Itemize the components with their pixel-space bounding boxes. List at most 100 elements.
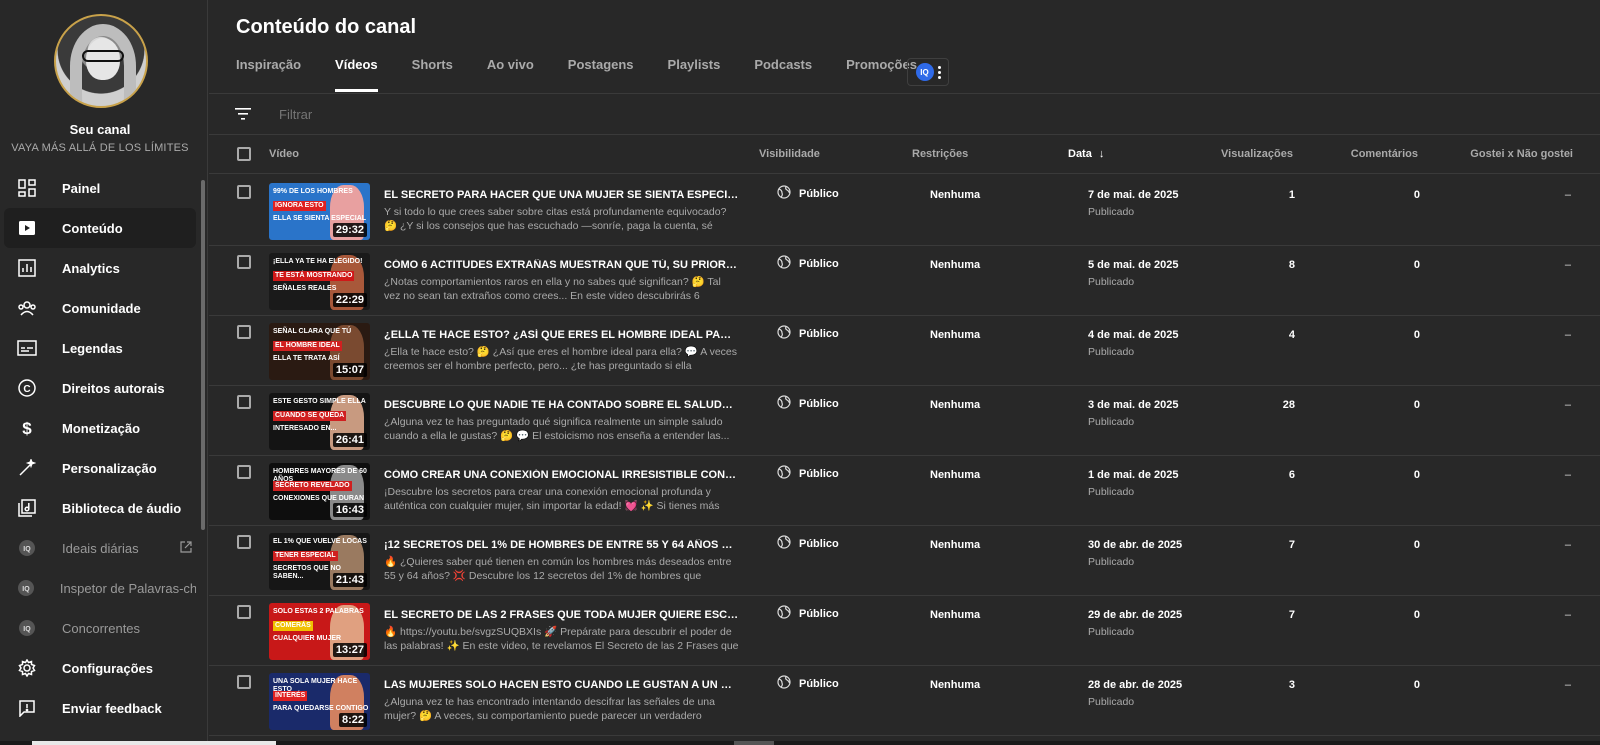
video-thumbnail[interactable]: HOMBRES MAYORES DE 60 AÑOS SECRETO REVELA… <box>269 463 370 520</box>
tab-ao-vivo[interactable]: Ao vivo <box>487 56 534 92</box>
likes-cell: – <box>1564 259 1571 271</box>
filter-icon[interactable] <box>235 107 251 126</box>
thumbnail-text: SEÑAL CLARA QUE TÚ <box>273 328 352 335</box>
publish-status: Publicado <box>1088 206 1135 218</box>
comments-cell: 0 <box>1413 329 1420 341</box>
video-thumbnail[interactable]: UNA SOLA MUJER HACE ESTO INTERÉS PARA QUED… <box>269 673 370 730</box>
tab-podcasts[interactable]: Podcasts <box>754 56 812 92</box>
table-row[interactable]: SOLO ESTAS 2 PALABRAS COMERÁS CUALQUIER MU… <box>209 595 1600 666</box>
feedback-icon <box>16 697 38 719</box>
sidebar-item-biblioteca-de-áudio[interactable]: Biblioteca de áudio <box>4 488 196 528</box>
sidebar-item-concorrentes[interactable]: IQ Concorrentes <box>4 608 196 648</box>
sidebar-item-inspetor-de-palavras-chav[interactable]: IQ Inspetor de Palavras-chav <box>4 568 196 608</box>
table-row[interactable]: ¡ELLA YA TE HA ELEGIDO! TE ESTÁ MOSTRANDO… <box>209 245 1600 316</box>
visibility-cell[interactable]: Público <box>777 535 839 552</box>
video-thumbnail[interactable]: EL 1% QUE VUELVE LOCAS TENER ESPECIAL SECR… <box>269 533 370 590</box>
sidebar-item-legendas[interactable]: Legendas <box>4 328 196 368</box>
column-restrictions: Restrições <box>912 148 969 160</box>
likes-cell: – <box>1564 189 1571 201</box>
sidebar-item-comunidade[interactable]: Comunidade <box>4 288 196 328</box>
sidebar-item-enviar-feedback[interactable]: Enviar feedback <box>4 688 196 728</box>
sidebar-item-ideais-diárias[interactable]: IQ Ideais diárias <box>4 528 196 568</box>
video-title[interactable]: CÓMO 6 ACTITUDES EXTRAÑAS MUESTRAN QUE T… <box>384 259 739 271</box>
row-checkbox[interactable] <box>237 535 251 549</box>
video-title[interactable]: DESCUBRE LO QUE NADIE TE HA CONTADO SOBR… <box>384 399 739 411</box>
tab-playlists[interactable]: Playlists <box>668 56 721 92</box>
column-views[interactable]: Visualizações <box>1221 148 1293 160</box>
sidebar-item-analytics[interactable]: Analytics <box>4 248 196 288</box>
tab-vídeos[interactable]: Vídeos <box>335 56 378 92</box>
sidebar-item-painel[interactable]: Painel <box>4 168 196 208</box>
video-duration: 8:22 <box>338 713 367 727</box>
table-row[interactable]: UNA SOLA MUJER HACE ESTO INTERÉS PARA QUED… <box>209 665 1600 736</box>
row-checkbox[interactable] <box>237 675 251 689</box>
visibility-cell[interactable]: Público <box>777 325 839 342</box>
sidebar-item-label: Legendas <box>62 340 123 356</box>
sidebar-item-label: Inspetor de Palavras-chav <box>59 580 196 596</box>
video-thumbnail[interactable]: ESTE GESTO SIMPLE ELLA CUANDO SE QUEDA INT… <box>269 393 370 450</box>
visibility-cell[interactable]: Público <box>777 255 839 272</box>
video-thumbnail[interactable]: SOLO ESTAS 2 PALABRAS COMERÁS CUALQUIER MU… <box>269 603 370 660</box>
visibility-cell[interactable]: Público <box>777 185 839 202</box>
globe-icon <box>777 605 799 622</box>
video-thumbnail[interactable]: 99% DE LOS HOMBRES IGNORA ESTO ELLA SE SIE… <box>269 183 370 240</box>
video-thumbnail[interactable]: SEÑAL CLARA QUE TÚ EL HOMBRE IDEAL ELLA TE… <box>269 323 370 380</box>
horizontal-scrollbar[interactable] <box>0 741 1600 745</box>
sort-arrow-icon: ↓ <box>1098 148 1105 160</box>
table-row[interactable]: EL 1% QUE VUELVE LOCAS TENER ESPECIAL SECR… <box>209 525 1600 596</box>
video-title[interactable]: ¿ELLA TE HACE ESTO? ¿ASÍ QUE ERES EL HOM… <box>384 329 739 341</box>
column-comments[interactable]: Comentários <box>1351 148 1418 160</box>
open-in-new-icon <box>180 541 192 556</box>
filter-input[interactable] <box>279 107 679 122</box>
sidebar-item-label: Analytics <box>62 260 120 276</box>
sidebar-item-conteúdo[interactable]: Conteúdo <box>4 208 196 248</box>
video-title[interactable]: EL SECRETO PARA HACER QUE UNA MUJER SE S… <box>384 189 739 201</box>
video-description: 🔥 ¿Quieres saber qué tienen en común los… <box>384 556 732 582</box>
sidebar-item-label: Enviar feedback <box>62 700 162 716</box>
video-title[interactable]: LAS MUJERES SOLO HACEN ESTO CUANDO LE GU… <box>384 679 739 691</box>
row-checkbox[interactable] <box>237 325 251 339</box>
thumbnail-text: CUANDO SE QUEDA <box>273 411 347 421</box>
svg-text:IQ: IQ <box>23 546 31 553</box>
row-checkbox[interactable] <box>237 605 251 619</box>
tab-shorts[interactable]: Shorts <box>412 56 453 92</box>
column-likes[interactable]: Gostei x Não gostei <box>1470 148 1573 160</box>
sidebar-item-direitos-autorais[interactable]: C Direitos autorais <box>4 368 196 408</box>
row-checkbox[interactable] <box>237 465 251 479</box>
globe-icon <box>777 395 799 412</box>
date-cell: 5 de mai. de 2025 <box>1088 259 1179 271</box>
select-all-checkbox[interactable] <box>237 147 251 161</box>
visibility-cell[interactable]: Público <box>777 605 839 622</box>
page-title: Conteúdo do canal <box>236 16 416 38</box>
thumbnail-text: CONEXIONES QUE DURAN <box>273 495 365 502</box>
table-row[interactable]: ESTE GESTO SIMPLE ELLA CUANDO SE QUEDA INT… <box>209 385 1600 456</box>
thumbnail-text: TENER ESPECIAL <box>273 551 338 561</box>
extension-logo-icon: IQ <box>16 577 36 599</box>
table-row[interactable]: SEÑAL CLARA QUE TÚ EL HOMBRE IDEAL ELLA TE… <box>209 315 1600 386</box>
column-date[interactable]: Data ↓ <box>1068 148 1104 160</box>
sidebar-item-personalização[interactable]: Personalização <box>4 448 196 488</box>
visibility-label: Público <box>799 397 839 410</box>
video-title[interactable]: EL SECRETO DE LAS 2 FRASES QUE TODA MUJE… <box>384 609 739 621</box>
tab-postagens[interactable]: Postagens <box>568 56 634 92</box>
row-checkbox[interactable] <box>237 185 251 199</box>
sidebar-item-configurações[interactable]: Configurações <box>4 648 196 688</box>
tab-inspiração[interactable]: Inspiração <box>236 56 301 92</box>
visibility-cell[interactable]: Público <box>777 395 839 412</box>
table-row[interactable]: 99% DE LOS HOMBRES IGNORA ESTO ELLA SE SIE… <box>209 175 1600 246</box>
video-title[interactable]: ¡12 SECRETOS DEL 1% DE HOMBRES DE ENTRE … <box>384 539 739 551</box>
sidebar-scrollbar[interactable] <box>201 180 205 530</box>
sidebar-item-monetização[interactable]: $ Monetização <box>4 408 196 448</box>
row-checkbox[interactable] <box>237 255 251 269</box>
visibility-label: Público <box>799 467 839 480</box>
channel-avatar[interactable] <box>54 14 148 108</box>
publish-status: Publicado <box>1088 346 1135 358</box>
video-thumbnail[interactable]: ¡ELLA YA TE HA ELEGIDO! TE ESTÁ MOSTRANDO… <box>269 253 370 310</box>
visibility-cell[interactable]: Público <box>777 675 839 692</box>
table-row[interactable]: HOMBRES MAYORES DE 60 AÑOS SECRETO REVELA… <box>209 455 1600 526</box>
extension-menu-button[interactable]: IQ <box>907 58 949 86</box>
visibility-cell[interactable]: Público <box>777 465 839 482</box>
video-title[interactable]: CÓMO CREAR UNA CONEXIÓN EMOCIONAL IRRESI… <box>384 469 739 481</box>
restrictions-cell: Nenhuma <box>930 539 981 551</box>
row-checkbox[interactable] <box>237 395 251 409</box>
